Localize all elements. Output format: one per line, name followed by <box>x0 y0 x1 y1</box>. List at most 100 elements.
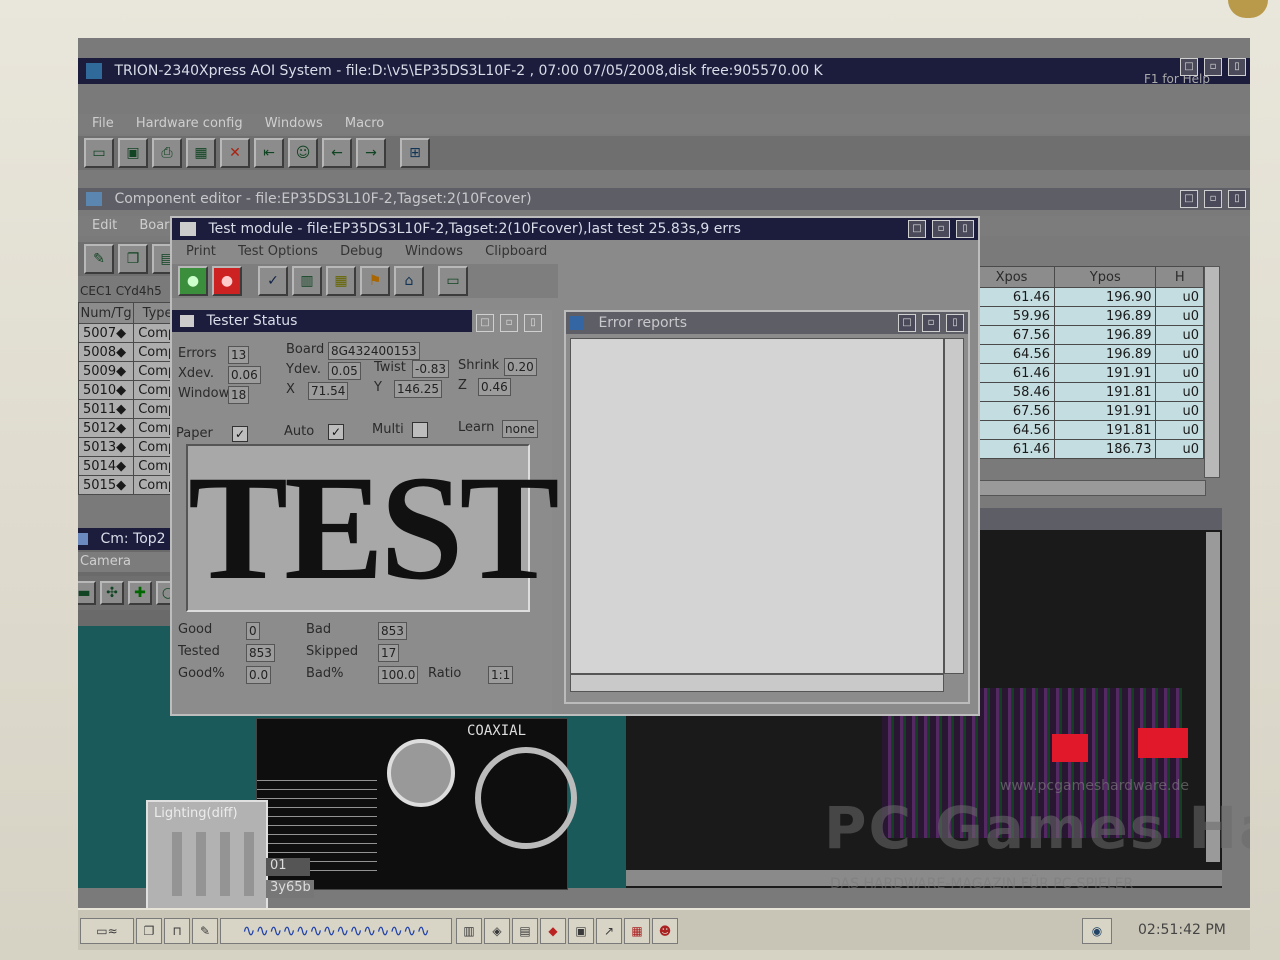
check-icon[interactable]: ✓ <box>258 266 288 296</box>
editor-maximize-button[interactable]: □ <box>1180 190 1198 208</box>
table-cell-x[interactable]: 61.46 <box>967 287 1056 307</box>
col-h[interactable]: H <box>1155 266 1204 288</box>
table-cell-y[interactable]: 186.73 <box>1054 439 1157 459</box>
menu-file[interactable]: File <box>92 116 114 131</box>
table-cell-y[interactable]: 191.81 <box>1054 382 1157 402</box>
table-cell-y[interactable]: 191.91 <box>1054 363 1157 383</box>
table-cell-num[interactable]: 5012◆ <box>78 418 135 438</box>
editor-restore-button[interactable]: ▫ <box>1204 190 1222 208</box>
table-row[interactable]: 5008◆ Comp <box>78 342 182 362</box>
go-icon[interactable]: ● <box>178 266 208 296</box>
table-cell-y[interactable]: 196.89 <box>1054 344 1157 364</box>
table-row[interactable]: 61.46 191.91 u0 <box>967 363 1204 383</box>
table-row[interactable]: 64.56 196.89 u0 <box>967 344 1204 364</box>
network-icon[interactable]: ⊞ <box>400 138 430 168</box>
table-cell-x[interactable]: 64.56 <box>967 344 1056 364</box>
err-max-button[interactable]: □ <box>898 314 916 332</box>
menu-windows-test[interactable]: Windows <box>405 244 463 259</box>
table-cell-h[interactable]: u0 <box>1155 325 1204 345</box>
table-cell-x[interactable]: 58.46 <box>967 382 1056 402</box>
red-tool-icon[interactable]: ◆ <box>540 918 566 944</box>
status-max-button[interactable]: □ <box>476 314 494 332</box>
table-cell-num[interactable]: 5010◆ <box>78 380 135 400</box>
table-row[interactable]: 61.46 186.73 u0 <box>967 439 1204 459</box>
menu-clipboard[interactable]: Clipboard <box>485 244 547 259</box>
paper-checkbox[interactable]: ✓ <box>232 426 248 442</box>
table-row[interactable]: 5012◆ Comp <box>78 418 182 438</box>
table-cell-y[interactable]: 191.91 <box>1054 401 1157 421</box>
windows-icon[interactable]: ❐ <box>136 918 162 944</box>
start-icon[interactable]: ▭≈ <box>80 918 134 944</box>
table-cell-y[interactable]: 196.90 <box>1054 287 1157 307</box>
camera-icon[interactable]: ▬ <box>78 581 96 605</box>
error-list[interactable] <box>570 338 944 674</box>
table-cell-h[interactable]: u0 <box>1155 344 1204 364</box>
cut-icon[interactable]: ✕ <box>220 138 250 168</box>
table-cell-h[interactable]: u0 <box>1155 439 1204 459</box>
stop-icon[interactable]: ● <box>212 266 242 296</box>
table-cell-x[interactable]: 61.46 <box>967 363 1056 383</box>
save-icon[interactable]: ▣ <box>118 138 148 168</box>
monitor-icon[interactable]: ▭ <box>438 266 468 296</box>
table-cell-x[interactable]: 67.56 <box>967 325 1056 345</box>
table-row[interactable]: 5009◆ Comp <box>78 361 182 381</box>
auto-checkbox[interactable]: ✓ <box>328 424 344 440</box>
menu-camera[interactable]: Camera <box>80 554 131 569</box>
table-cell-x[interactable]: 67.56 <box>967 401 1056 421</box>
table-row[interactable]: 61.46 196.90 u0 <box>967 287 1204 307</box>
grid-hscrollbar[interactable] <box>968 480 1206 496</box>
table-cell-num[interactable]: 5011◆ <box>78 399 135 419</box>
maximize-button[interactable]: □ <box>1180 58 1198 76</box>
table-cell-h[interactable]: u0 <box>1155 363 1204 383</box>
network-monitor-icon[interactable]: ∿∿∿∿∿∿∿∿∿∿∿∿∿∿ <box>220 918 452 944</box>
copy-icon[interactable]: ❐ <box>118 244 148 274</box>
document-icon[interactable]: ▤ <box>512 918 538 944</box>
cross-icon[interactable]: ✚ <box>128 581 152 605</box>
test-maximize-button[interactable]: □ <box>908 220 926 238</box>
test-close-button[interactable]: ▯ <box>956 220 974 238</box>
col-xpos[interactable]: Xpos <box>967 266 1056 288</box>
step-back-icon[interactable]: ⇤ <box>254 138 284 168</box>
print-icon[interactable]: ⎙ <box>152 138 182 168</box>
table-cell-y[interactable]: 191.81 <box>1054 420 1157 440</box>
table-row[interactable]: 5013◆ Comp <box>78 437 182 457</box>
close-button[interactable]: ▯ <box>1228 58 1246 76</box>
editor-close-button[interactable]: ▯ <box>1228 190 1246 208</box>
table-row[interactable]: 64.56 191.81 u0 <box>967 420 1204 440</box>
calendar-icon[interactable]: ▦ <box>624 918 650 944</box>
board-icon[interactable]: ▦ <box>186 138 216 168</box>
error-hscrollbar[interactable] <box>570 674 944 692</box>
table-cell-x[interactable]: 59.96 <box>967 306 1056 326</box>
table-cell-y[interactable]: 196.89 <box>1054 306 1157 326</box>
house-icon[interactable]: ⌂ <box>394 266 424 296</box>
folder-icon[interactable]: ▣ <box>568 918 594 944</box>
wrench-icon[interactable]: ✎ <box>84 244 114 274</box>
err-close-button[interactable]: ▯ <box>946 314 964 332</box>
table-cell-h[interactable]: u0 <box>1155 287 1204 307</box>
table-cell-h[interactable]: u0 <box>1155 382 1204 402</box>
menu-hardware-config[interactable]: Hardware config <box>136 116 243 131</box>
table-row[interactable]: 5010◆ Comp <box>78 380 182 400</box>
table-row[interactable]: 5011◆ Comp <box>78 399 182 419</box>
arrow-left-icon[interactable]: ← <box>322 138 352 168</box>
chip-icon[interactable]: ▦ <box>326 266 356 296</box>
table-cell-h[interactable]: u0 <box>1155 306 1204 326</box>
pen-icon[interactable]: ✎ <box>192 918 218 944</box>
arrow-right-icon[interactable]: → <box>356 138 386 168</box>
table-cell-h[interactable]: u0 <box>1155 401 1204 421</box>
err-restore-button[interactable]: ▫ <box>922 314 940 332</box>
table-row[interactable]: 5015◆ Comp <box>78 475 182 495</box>
lock-icon[interactable]: ⊓ <box>164 918 190 944</box>
error-vscrollbar[interactable] <box>944 338 964 674</box>
book-icon[interactable]: ▥ <box>292 266 322 296</box>
table-cell-x[interactable]: 64.56 <box>967 420 1056 440</box>
globe-icon[interactable]: ◉ <box>1082 918 1112 944</box>
menu-macro[interactable]: Macro <box>345 116 384 131</box>
person-icon[interactable]: ☺ <box>288 138 318 168</box>
table-row[interactable]: 5014◆ Comp <box>78 456 182 476</box>
table-row[interactable]: 67.56 196.89 u0 <box>967 325 1204 345</box>
menu-test-options[interactable]: Test Options <box>238 244 318 259</box>
status-close-button[interactable]: ▯ <box>524 314 542 332</box>
disk-icon[interactable]: ◈ <box>484 918 510 944</box>
col-num[interactable]: Num/Tg <box>78 302 135 324</box>
